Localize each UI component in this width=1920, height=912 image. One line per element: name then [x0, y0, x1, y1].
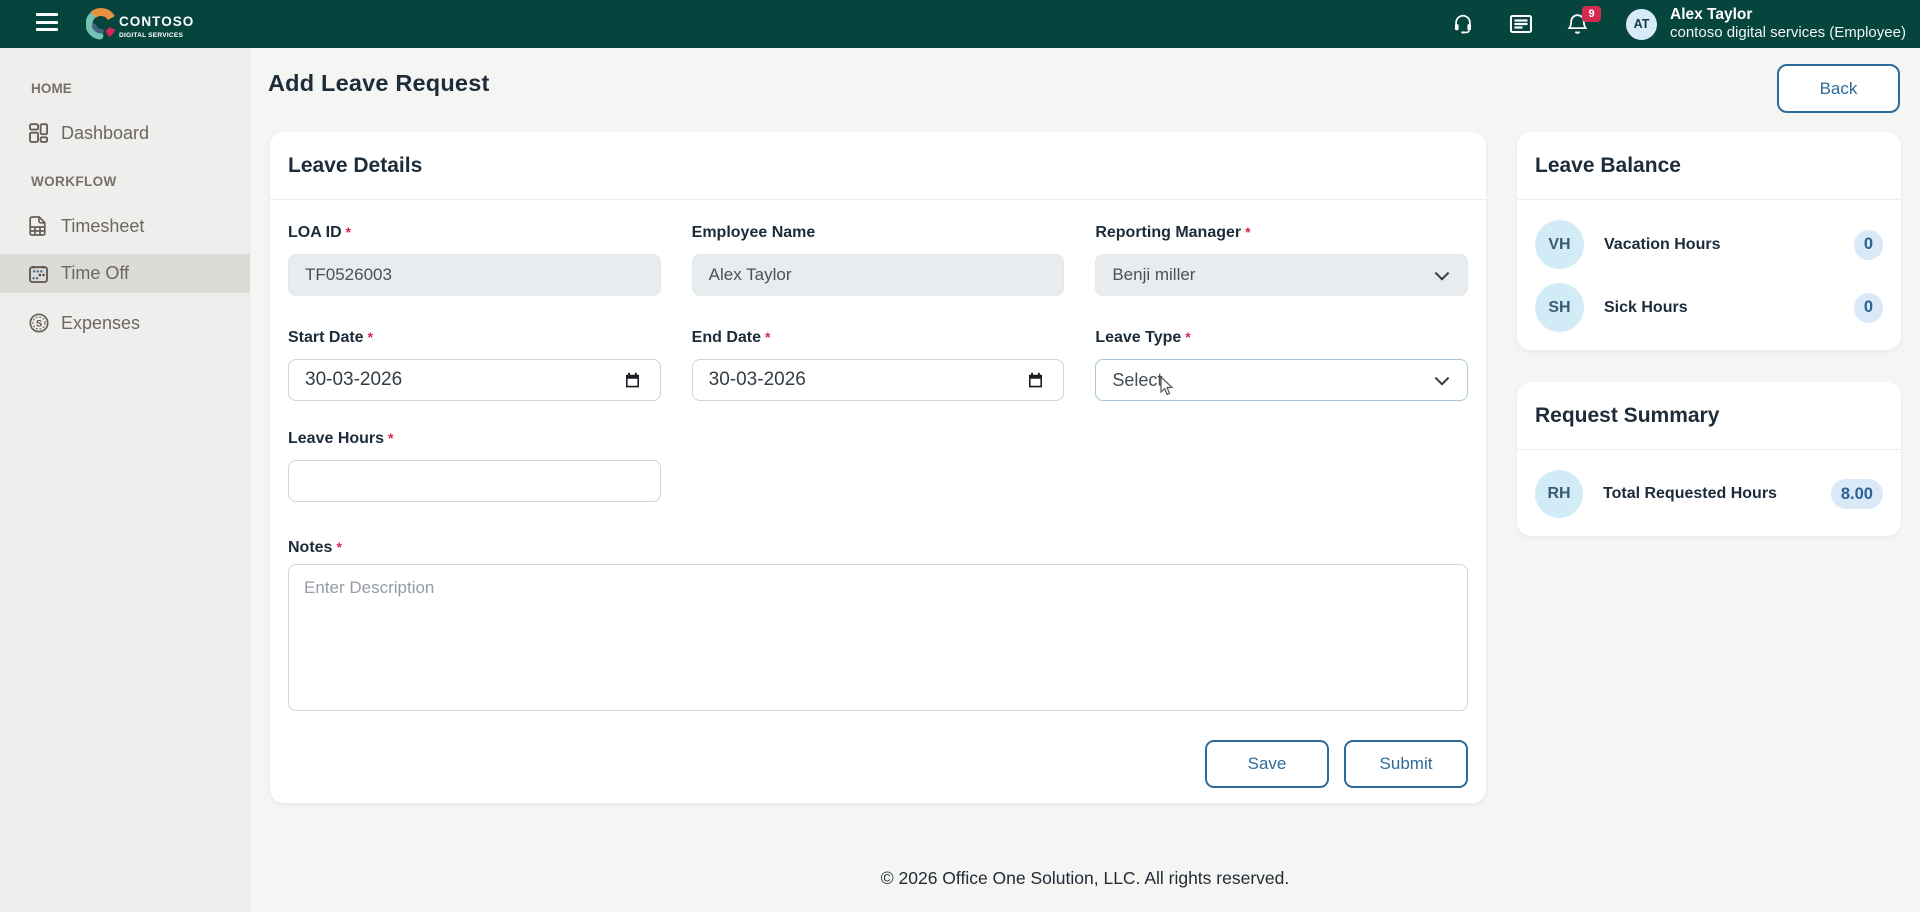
- svg-text:S: S: [36, 318, 42, 329]
